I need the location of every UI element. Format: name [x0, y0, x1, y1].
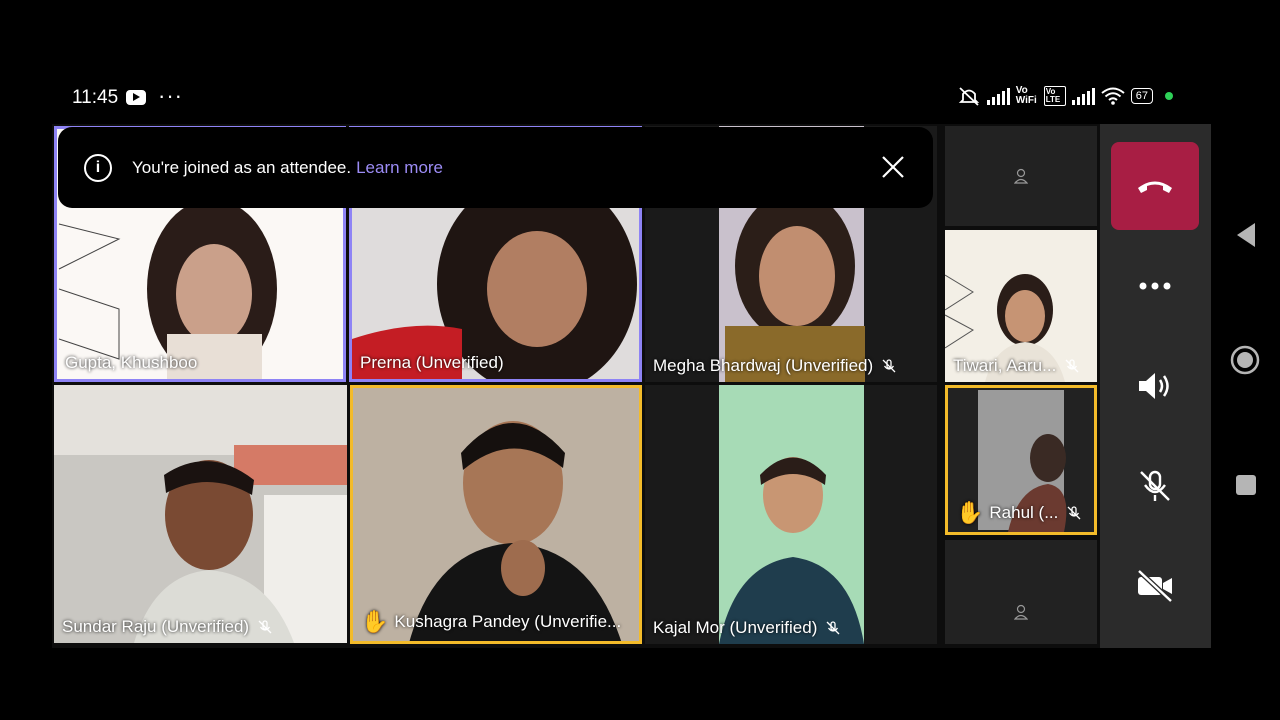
side-tile-rahul[interactable]: ✋ Rahul (... [945, 385, 1097, 535]
participant-name-label: Megha Bhardwaj (Unverified) [653, 356, 897, 376]
volte-label: Vo LTE [1043, 86, 1066, 106]
signal-icon-2 [1071, 87, 1095, 105]
vowifi-label: Vo WiFi [1015, 85, 1037, 106]
participant-name-label: ✋ Kushagra Pandey (Unverifie... [361, 609, 622, 634]
camera-off-icon [1137, 569, 1173, 603]
hang-up-icon [1138, 181, 1172, 193]
microphone-muted-icon [825, 620, 841, 636]
participant-name-label: Gupta, Khushboo [65, 353, 198, 372]
raised-hand-icon: ✋ [956, 500, 984, 525]
participant-tile-sundar[interactable]: Sundar Raju (Unverified) [54, 385, 347, 643]
microphone-toggle-button[interactable] [1135, 466, 1175, 506]
attendee-notification-banner: i You're joined as an attendee. Learn mo… [58, 127, 933, 208]
side-tile-empty-bottom[interactable] [945, 540, 1097, 644]
status-bar: 11:45 ··· Vo WiFi Vo LTE 67 [52, 72, 1211, 124]
person-icon [1014, 604, 1028, 620]
video-feed [54, 385, 347, 643]
participant-name-label: Tiwari, Aaru... [953, 356, 1080, 376]
close-icon[interactable] [881, 155, 905, 179]
end-call-button[interactable] [1111, 142, 1199, 230]
speaker-icon [1139, 373, 1169, 399]
back-icon[interactable] [1235, 222, 1257, 248]
microphone-muted-icon [257, 619, 273, 635]
more-icon [1139, 282, 1171, 290]
person-icon [1014, 168, 1028, 184]
microphone-off-icon [1140, 470, 1170, 501]
participant-tile-kushagra[interactable]: ✋ Kushagra Pandey (Unverifie... [350, 385, 642, 644]
info-icon: i [84, 153, 112, 182]
youtube-icon [126, 90, 146, 105]
speaker-button[interactable] [1135, 366, 1175, 406]
more-notifications-icon: ··· [158, 83, 183, 108]
raised-hand-icon: ✋ [361, 609, 389, 634]
participant-name-label: Sundar Raju (Unverified) [62, 617, 273, 637]
side-tile-empty-top[interactable] [945, 126, 1097, 226]
microphone-muted-icon [1066, 505, 1082, 521]
microphone-muted-icon [881, 358, 897, 374]
wifi-icon [1101, 87, 1125, 105]
meeting-screen: 11:45 ··· Vo WiFi Vo LTE 67 Gupta, Khush… [52, 72, 1211, 648]
banner-message: You're joined as an attendee. [132, 157, 352, 177]
camera-toggle-button[interactable] [1135, 566, 1175, 606]
participant-name-label: ✋ Rahul (... [956, 500, 1082, 526]
video-feed [719, 385, 864, 644]
status-icons: Vo WiFi Vo LTE 67 [957, 86, 1173, 106]
recents-icon[interactable] [1235, 474, 1257, 496]
video-feed [353, 388, 639, 641]
microphone-muted-icon [1064, 358, 1080, 374]
participant-name-label: Prerna (Unverified) [360, 353, 504, 372]
learn-more-link[interactable]: Learn more [356, 158, 443, 178]
battery-indicator: 67 [1130, 88, 1153, 104]
clock: 11:45 [72, 87, 119, 108]
more-options-button[interactable] [1135, 266, 1175, 306]
silent-mode-icon [958, 87, 979, 106]
participant-tile-kajal[interactable]: Kajal Mor (Unverified) [645, 385, 937, 644]
home-icon[interactable] [1230, 345, 1260, 375]
call-controls-panel [1100, 124, 1211, 648]
signal-icon [986, 87, 1010, 105]
participant-name-label: Kajal Mor (Unverified) [653, 618, 841, 638]
privacy-indicator [1165, 92, 1173, 100]
side-tile-tiwari[interactable]: Tiwari, Aaru... [945, 230, 1097, 382]
system-navigation-bar [1211, 72, 1280, 648]
